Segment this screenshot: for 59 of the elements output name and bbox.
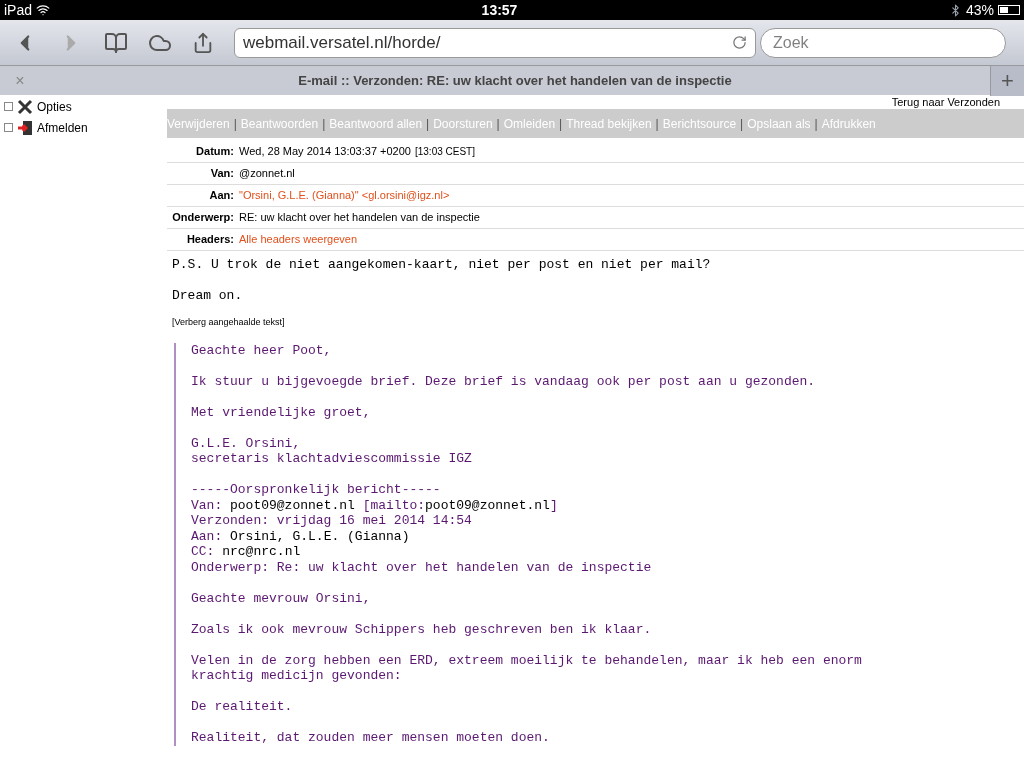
separator: | [426, 115, 430, 133]
battery-icon [998, 5, 1020, 15]
battery-percent: 43% [965, 0, 994, 20]
quoted-line: Geachte heer Poot, [191, 342, 333, 358]
tree-checkbox[interactable] [4, 102, 13, 111]
quoted-line: -----Oorspronkelijk bericht----- [191, 482, 442, 498]
address-field[interactable]: webmail.versatel.nl/horde/ [234, 27, 756, 58]
sidebar-item[interactable]: Afmelden [37, 118, 88, 137]
separator: | [496, 115, 500, 133]
header-value: RE: uw klacht over het handelen van de inspectie [239, 210, 480, 226]
quoted-line: Geachte mevrouw Orsini, [191, 590, 372, 606]
share-icon[interactable] [192, 31, 214, 54]
quoted-line: secretaris klachtadviescommissie IGZ [191, 451, 473, 467]
header-value: Wed, 28 May 2014 13:03:37 +0200 [239, 144, 411, 160]
search-field[interactable]: Zoek [760, 27, 1006, 58]
separator: | [233, 115, 237, 133]
separator: | [740, 115, 744, 133]
bookmarks-icon[interactable] [104, 30, 128, 55]
quoted-line: Velen in de zorg hebben een ERD, extreem moeilijk te behandelen, maar ik heb een enorm [191, 652, 863, 668]
separator: | [814, 115, 818, 133]
separator: | [322, 115, 326, 133]
quoted-line: Van: poot09@zonnet.nl [mailto:poot09@zonnet.nl] [191, 497, 559, 513]
quoted-line: Zoals ik ook mevrouw Schippers heb geschreven ben ik klaar. [191, 621, 653, 637]
header-label: Van: [209, 166, 235, 182]
header-label: Datum: [195, 144, 235, 160]
message-text: P.S. U trok de niet aangekomen-kaart, niet per post en niet per mail? [172, 257, 712, 273]
message-text: Dream on. [172, 288, 244, 304]
device-name: iPad [4, 0, 33, 20]
header-link[interactable]: "Orsini, G.L.E. (Gianna)" <gl.orsini@igz.nl> [239, 187, 450, 204]
tree-checkbox[interactable] [4, 123, 13, 132]
tab-title[interactable]: E-mail :: Verzonden: RE: uw klacht over het handelen van de inspectie [40, 70, 990, 91]
hide-quote-link[interactable]: [Verberg aangehaalde tekst] [172, 315, 1024, 331]
quoted-line: Ik stuur u bijgevoegde brief. Deze brief is vandaag ook per post aan u gezonden. [191, 373, 817, 389]
door-icon [17, 119, 33, 136]
quoted-line: Realiteit, dat zouden meer mensen moeten doen. [191, 730, 551, 746]
header-note: [13:03 CEST] [414, 145, 475, 159]
back-link[interactable]: Terug naar Verzonden [891, 96, 1000, 108]
quoted-line: CC: nrc@nrc.nl [191, 544, 302, 560]
quoted-line: G.L.E. Orsini, [191, 435, 302, 451]
new-tab-button[interactable]: + [990, 65, 1024, 96]
clock: 13:57 [480, 0, 519, 20]
quoted-line: Met vriendelijke groet, [191, 404, 372, 420]
header-link[interactable]: Alle headers weergeven [239, 231, 358, 248]
quoted-line: Onderwerp: Re: uw klacht over het handelen van de inspectie [191, 559, 653, 575]
tools-icon [17, 98, 33, 115]
sidebar-item[interactable]: Opties [37, 97, 72, 116]
reload-icon[interactable] [732, 35, 747, 50]
close-tab-button[interactable]: × [0, 68, 40, 93]
quoted-line: Aan: Orsini, G.L.E. (Gianna) [191, 528, 411, 544]
wifi-icon [36, 3, 51, 17]
separator: | [655, 115, 659, 133]
header-value: @zonnet.nl [239, 166, 295, 182]
header-label: Aan: [208, 188, 235, 204]
separator: | [559, 115, 563, 133]
quoted-line: De realiteit. [191, 699, 294, 715]
header-label: Headers: [185, 232, 235, 248]
quoted-line: krachtig medicijn gevonden: [191, 668, 403, 684]
quoted-line: Verzonden: vrijdag 16 mei 2014 14:54 [191, 513, 473, 529]
header-label: Onderwerp: [171, 210, 235, 226]
